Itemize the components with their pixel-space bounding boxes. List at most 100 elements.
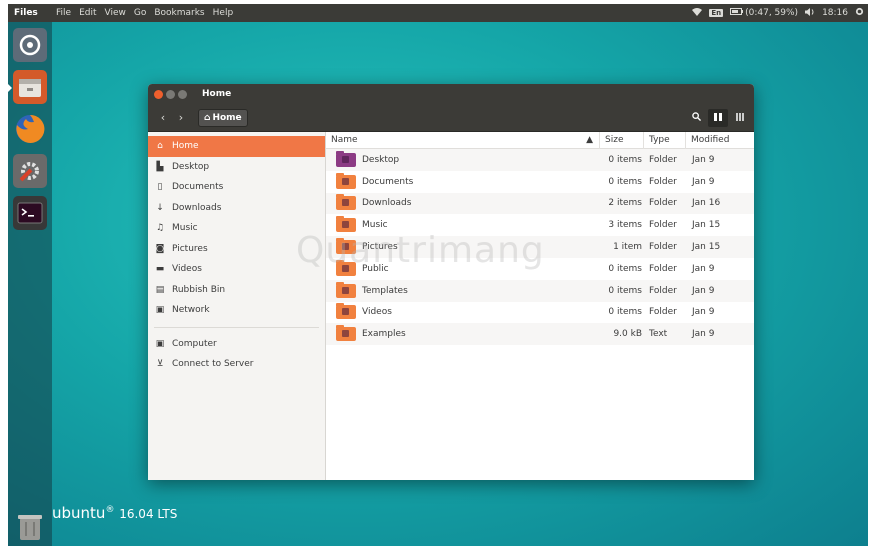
file-row[interactable]: Videos 0 items Folder Jan 9 (326, 302, 754, 324)
indicators: En (0:47, 59%) 18:16 (692, 4, 864, 22)
file-name-cell: Pictures (326, 238, 600, 255)
volume-icon[interactable] (805, 7, 815, 19)
sidebar-item-label: Home (172, 141, 199, 152)
files-icon[interactable] (13, 70, 47, 104)
file-name: Videos (362, 307, 392, 318)
terminal-icon[interactable] (13, 196, 47, 230)
minimize-button[interactable] (166, 89, 175, 99)
sidebar-item-music[interactable]: ♫ Music (148, 218, 325, 239)
wifi-icon[interactable] (692, 7, 703, 19)
path-home-button[interactable]: ⌂ Home (198, 108, 248, 127)
sidebar-item-rubbish-bin[interactable]: ▤ Rubbish Bin (148, 280, 325, 301)
ubuntu-wallpaper-logo: ubuntu® 16.04 LTS (52, 504, 177, 522)
sidebar-item-downloads[interactable]: ↓ Downloads (148, 198, 325, 219)
desktop-icon: ▙ (156, 161, 164, 172)
menu-file[interactable]: File (56, 8, 71, 18)
file-row[interactable]: Pictures 1 item Folder Jan 15 (326, 236, 754, 258)
file-modified: Jan 9 (692, 176, 715, 187)
dash-icon[interactable] (13, 28, 47, 62)
file-name: Documents (362, 176, 414, 187)
sidebar-item-label: Documents (172, 182, 224, 193)
file-row[interactable]: Templates 0 items Folder Jan 9 (326, 279, 754, 302)
menu-help[interactable]: Help (213, 8, 234, 18)
close-button[interactable] (154, 89, 163, 99)
sidebar-item-label: Rubbish Bin (172, 284, 226, 295)
file-type: Folder (649, 220, 677, 231)
sidebar-item-label: Desktop (172, 161, 210, 172)
menu-bookmarks[interactable]: Bookmarks (154, 8, 204, 18)
gear-icon[interactable] (855, 7, 864, 19)
downloads-icon: ↓ (156, 202, 164, 213)
back-button[interactable]: ‹ (154, 109, 172, 127)
file-modified: Jan 9 (692, 329, 715, 340)
column-header: Name ▲ Size Type Modified (326, 131, 754, 149)
search-button[interactable] (686, 109, 706, 127)
file-row[interactable]: Downloads 2 items Folder Jan 16 (326, 192, 754, 215)
sidebar-item-home[interactable]: ⌂ Home (148, 136, 325, 157)
menu-view[interactable]: View (105, 8, 126, 18)
firefox-icon[interactable] (13, 112, 47, 146)
maximize-button[interactable] (178, 89, 187, 99)
registered-mark: ® (105, 505, 115, 515)
file-modified: Jan 16 (692, 198, 721, 209)
templates-folder-icon (336, 281, 356, 298)
music-icon: ♫ (155, 223, 165, 234)
file-modified: Jan 15 (692, 242, 721, 253)
window-titlebar[interactable]: Home (148, 84, 754, 104)
file-modified: Jan 9 (692, 154, 715, 165)
grid-view-icon (736, 112, 744, 124)
documents-icon: ▯ (157, 182, 163, 193)
file-name-cell: Templates (326, 281, 600, 298)
column-type[interactable]: Type (644, 131, 686, 149)
sidebar-item-network[interactable]: ▣ Network (148, 300, 325, 321)
column-name[interactable]: Name ▲ (326, 131, 600, 149)
file-row[interactable]: Music 3 items Folder Jan 15 (326, 214, 754, 236)
sidebar-item-desktop[interactable]: ▙ Desktop (148, 157, 325, 178)
file-size: 0 items (608, 176, 642, 187)
menu-edit[interactable]: Edit (79, 8, 96, 18)
sidebar-item-pictures[interactable]: ◙ Pictures (148, 239, 325, 260)
documents-folder-icon (336, 172, 356, 189)
sidebar-item-label: Connect to Server (172, 359, 254, 370)
launcher (8, 22, 52, 546)
sidebar-divider (154, 326, 319, 328)
window-title: Home (202, 89, 232, 99)
trash-icon[interactable] (13, 510, 47, 544)
column-size[interactable]: Size (600, 131, 644, 149)
grid-view-button[interactable] (730, 109, 750, 127)
file-type: Folder (649, 285, 677, 296)
desktop: Files File Edit View Go Bookmarks Help E… (8, 4, 868, 546)
sidebar-item-label: Downloads (172, 202, 222, 213)
sidebar-item-label: Computer (172, 338, 217, 349)
sidebar-item-videos[interactable]: ▬ Videos (148, 259, 325, 280)
battery-indicator[interactable]: (0:47, 59%) (730, 8, 798, 18)
chevron-left-icon: ‹ (160, 111, 166, 124)
keyboard-indicator[interactable]: En (709, 9, 724, 17)
downloads-folder-icon (336, 194, 356, 211)
file-name: Desktop (362, 154, 400, 165)
chevron-right-icon: › (178, 111, 184, 124)
column-type-label: Type (649, 135, 670, 145)
column-modified[interactable]: Modified (686, 132, 746, 149)
settings-icon[interactable] (13, 154, 47, 188)
window-content: ⌂ Home ▙ Desktop ▯ Documents ↓ Downloads ♫ Mu… (148, 131, 754, 480)
file-name-cell: Downloads (326, 194, 600, 211)
sidebar-item-connect-to-server[interactable]: ⊻ Connect to Server (148, 354, 325, 375)
file-row[interactable]: Public 0 items Folder Jan 9 (326, 258, 754, 280)
sidebar-item-label: Music (172, 223, 198, 234)
file-row[interactable]: Examples 9.0 kB Text Jan 9 (326, 323, 754, 346)
ubuntu-logo-text: ubuntu (52, 504, 106, 522)
desktop-folder-icon (336, 150, 356, 167)
menu-go[interactable]: Go (134, 8, 146, 18)
file-row[interactable]: Desktop 0 items Folder Jan 9 (326, 149, 754, 171)
file-type: Text (649, 329, 668, 340)
list-view-button[interactable] (708, 109, 728, 127)
file-name-cell: Videos (326, 303, 600, 320)
file-size: 0 items (608, 285, 642, 296)
clock[interactable]: 18:16 (822, 8, 848, 18)
sidebar-item-computer[interactable]: ▣ Computer (148, 334, 325, 355)
file-row[interactable]: Documents 0 items Folder Jan 9 (326, 171, 754, 193)
forward-button[interactable]: › (172, 109, 190, 127)
files-window: Home ‹ › ⌂ Home ⌂ Home ▙ Desktop ▯ Docum… (148, 84, 754, 480)
sidebar-item-documents[interactable]: ▯ Documents (148, 177, 325, 198)
